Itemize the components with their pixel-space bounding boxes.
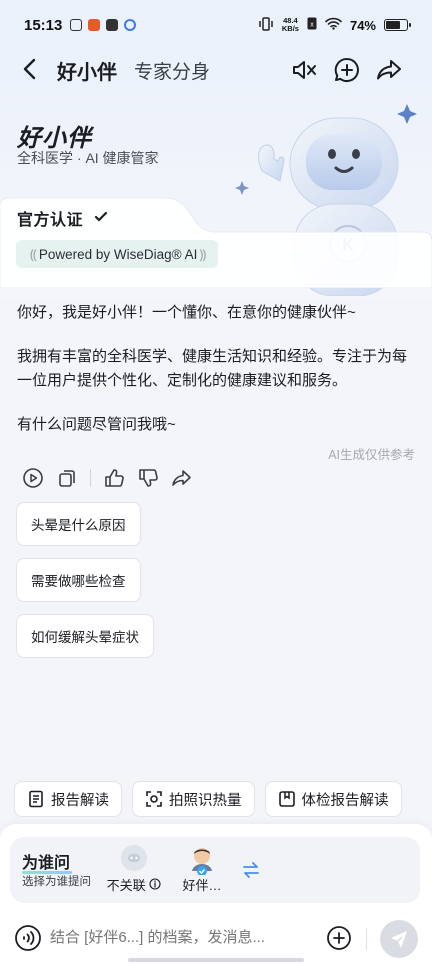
powered-by-text: Powered by WiseDiag® AI [38,246,198,262]
info-icon [149,878,161,893]
voice-input-icon[interactable] [14,924,42,952]
laurel-icon: ⸨ [30,247,37,262]
mute-icon[interactable] [290,56,318,84]
thumbs-down-icon[interactable] [137,467,159,489]
send-icon [391,931,407,948]
tool-label: 拍照识热量 [169,792,242,809]
scan-icon [145,790,163,808]
assistant-message: 有什么问题尽管问我哦~ [17,416,176,433]
assistant-message: 你好，我是好小伴！一个懂你、在意你的健康伙伴~ [17,304,356,321]
page-subtitle: 专家分身 [134,62,211,83]
tool-label: 报告解读 [51,792,109,809]
verified-check-icon [94,210,108,229]
certification-card: 官方认证 ⸨ Powered by WiseDiag® AI ⸩ [0,196,432,288]
app-notification-icon [70,19,83,31]
app-notification-icon [124,19,137,31]
wifi-icon [325,17,342,33]
tool-label: 体检报告解读 [301,792,389,809]
app-notification-icon [106,19,119,31]
home-indicator [128,958,304,962]
photo-calorie-button[interactable]: 拍照识热量 [132,781,255,817]
divider [90,469,91,487]
member-avatar-icon [189,845,215,876]
ask-for-whom-panel: 为谁问 选择为谁提问 不关联 好伴… [10,837,420,903]
report-reading-button[interactable]: 报告解读 [14,781,122,817]
ask-for-whom-subtitle: 选择为谁提问 [22,876,91,888]
certification-title: 官方认证 [17,212,84,229]
ai-disclaimer: AI生成仅供参考 [328,448,415,462]
laurel-icon: ⸩ [199,247,207,262]
send-button[interactable] [380,920,418,958]
unlinked-avatar-icon [121,845,147,871]
battery-percent: 74% [349,17,376,33]
status-bar: 15:13 48.4 KB/s x 74% [0,0,432,50]
assistant-description: 全科医学 · AI 健康管家 [17,150,159,166]
option-member[interactable]: 好伴… [172,845,232,894]
suggested-question[interactable]: 头晕是什么原因 [16,502,141,546]
swap-icon[interactable] [240,859,262,881]
suggested-question[interactable]: 需要做哪些检查 [16,558,141,602]
checkup-report-button[interactable]: 体检报告解读 [264,781,402,817]
status-time: 15:13 [24,16,63,34]
powered-by-badge: ⸨ Powered by WiseDiag® AI ⸩ [16,240,219,268]
message-actions [22,466,205,490]
network-speed-unit: KB/s [281,24,299,33]
svg-text:x: x [310,22,314,29]
back-arrow-icon [23,58,36,80]
page-title: 好小伴 [57,62,117,84]
play-icon[interactable] [22,467,44,489]
copy-icon[interactable] [56,467,78,489]
top-nav: 好小伴 专家分身 [0,46,432,92]
vibrate-icon [258,16,274,34]
option-label: 好伴… [182,878,222,893]
quick-tools: 报告解读 拍照识热量 体检报告解读 [14,781,402,817]
option-no-association[interactable]: 不关联 [104,845,164,894]
assistant-message: 我拥有丰富的全科医学、健康生活知识和经验。专注于为每一位用户提供个性化、定制化的… [17,348,408,389]
network-speed: 48.4 KB/s [282,17,299,33]
share-icon[interactable] [375,56,403,84]
message-input[interactable] [50,924,310,952]
report-icon [27,790,45,808]
new-chat-icon[interactable] [333,56,361,84]
battery-level [386,21,401,29]
suggested-question[interactable]: 如何缓解头晕症状 [16,614,154,658]
divider [366,928,367,950]
add-attachment-icon[interactable] [325,924,353,952]
app-notification-icon [88,19,101,31]
option-label: 不关联 [106,878,146,893]
sim-icon: x [307,17,317,33]
thumbs-up-icon[interactable] [103,467,125,489]
checkup-icon [278,790,296,808]
battery-icon [384,19,411,31]
share-icon[interactable] [171,467,193,489]
back-button[interactable] [18,56,42,82]
composer-panel: 为谁问 选择为谁提问 不关联 好伴… [0,824,432,964]
message-input-row [0,916,432,960]
ask-for-whom-title: 为谁问 [22,855,71,872]
